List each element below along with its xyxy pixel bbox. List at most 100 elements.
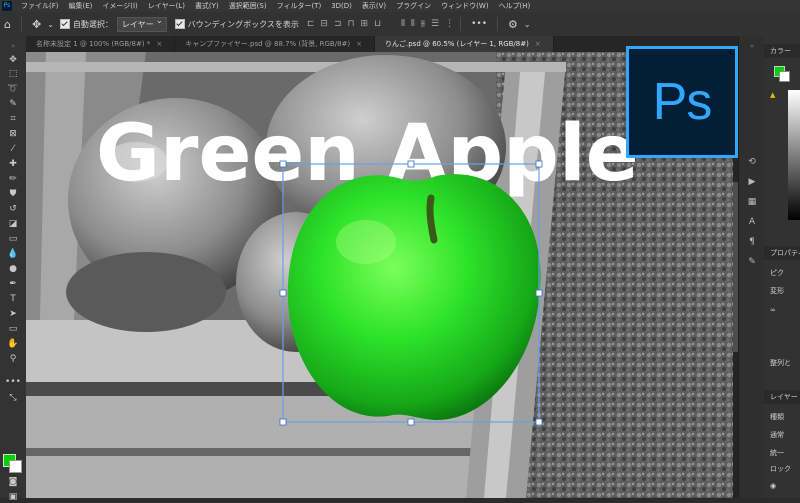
frame-tool-icon[interactable]: ⊠ <box>5 128 21 140</box>
hand-tool-icon[interactable]: ✋ <box>5 338 21 350</box>
lasso-tool-icon[interactable]: ➰ <box>5 83 21 95</box>
menu-plugins[interactable]: プラグイン <box>391 1 436 11</box>
actions-icon[interactable]: ▶ <box>746 176 758 188</box>
align-right-icon[interactable]: ⊐ <box>334 19 342 29</box>
gear-icon[interactable]: ⚙ <box>508 18 518 31</box>
character-icon[interactable]: A <box>746 216 758 228</box>
align-left-icon[interactable]: ⊏ <box>307 19 315 29</box>
menu-bar: Ps ファイル(F) 編集(E) イメージ(I) レイヤー(L) 書式(Y) 選… <box>0 0 800 12</box>
color-panel-header[interactable]: カラー <box>764 44 800 58</box>
blur-tool-icon[interactable]: 💧 <box>5 248 21 260</box>
brush-tool-icon[interactable]: ✏ <box>5 173 21 185</box>
clone-stamp-tool-icon[interactable]: ⛊ <box>5 188 21 200</box>
crop-tool-icon[interactable]: ⌗ <box>5 113 21 125</box>
transform-handle[interactable] <box>279 160 287 168</box>
transform-handle[interactable] <box>407 418 415 426</box>
history-brush-tool-icon[interactable]: ↺ <box>5 203 21 215</box>
quick-mask-icon[interactable]: ◙ <box>5 476 21 488</box>
rectangle-tool-icon[interactable]: ▭ <box>5 323 21 335</box>
chevron-down-icon[interactable]: ⌄ <box>47 20 54 29</box>
distribute-vertical-icon[interactable]: ☰ <box>431 19 439 29</box>
transform-handle[interactable] <box>535 418 543 426</box>
marquee-tool-icon[interactable]: ⬚ <box>5 68 21 80</box>
eyedropper-tool-icon[interactable]: ⁄ <box>5 143 21 155</box>
paragraph-icon[interactable]: ¶ <box>746 236 758 248</box>
layer-filter-kind[interactable]: 種類 <box>770 412 784 422</box>
menu-view[interactable]: 表示(V) <box>357 1 391 11</box>
menu-help[interactable]: ヘルプ(H) <box>494 1 536 11</box>
distribute-spacing-icon[interactable]: ⋮ <box>445 19 454 29</box>
distribute-left-icon[interactable]: ⫴ <box>401 19 405 29</box>
transform-handle[interactable] <box>279 418 287 426</box>
align-bottom-icon[interactable]: ⊔ <box>374 19 381 29</box>
link-icon[interactable]: ∞ <box>770 306 776 314</box>
menu-3d[interactable]: 3D(D) <box>326 2 357 10</box>
distribute-center-icon[interactable]: ⦀ <box>411 19 415 29</box>
path-select-tool-icon[interactable]: ➤ <box>5 308 21 320</box>
menu-filter[interactable]: フィルター(T) <box>272 1 327 11</box>
swatches-icon[interactable]: ▦ <box>746 196 758 208</box>
healing-brush-tool-icon[interactable]: ✚ <box>5 158 21 170</box>
document-tab-active[interactable]: りんご.psd @ 60.5% (レイヤー 1, RGB/8#) × <box>375 36 554 52</box>
transform-section-label[interactable]: 変形 <box>770 286 784 296</box>
layer-select-dropdown[interactable]: レイヤー <box>116 16 167 32</box>
tab-title: キャンプファイヤー.psd @ 88.7% (背景, RGB/8#) <box>185 40 351 48</box>
eye-icon[interactable]: ◉ <box>770 482 776 490</box>
move-tool-icon[interactable]: ✥ <box>5 54 21 66</box>
quick-select-tool-icon[interactable]: ✎ <box>5 98 21 110</box>
close-icon[interactable]: × <box>156 40 162 48</box>
menu-layer[interactable]: レイヤー(L) <box>143 1 190 11</box>
document-tab[interactable]: キャンプファイヤー.psd @ 88.7% (背景, RGB/8#) × <box>175 36 376 52</box>
edit-toolbar-icon[interactable]: ⤡ <box>5 392 21 404</box>
panel-icon-strip: « ⟲ ▶ ▦ A ¶ ✎ <box>738 36 766 498</box>
divider <box>20 17 22 31</box>
color-ramp[interactable] <box>788 90 800 220</box>
gradient-tool-icon[interactable]: ▭ <box>5 233 21 245</box>
transform-handle[interactable] <box>279 289 287 297</box>
blend-mode-select[interactable]: 通常 <box>770 430 784 440</box>
align-hcenter-icon[interactable]: ⊟ <box>320 19 328 29</box>
history-icon[interactable]: ⟲ <box>746 156 758 168</box>
align-section-label[interactable]: 整列と <box>770 358 791 368</box>
distribute-right-icon[interactable]: ⫵ <box>421 19 425 29</box>
screen-mode-icon[interactable]: ▣ <box>5 491 21 503</box>
menu-file[interactable]: ファイル(F) <box>16 1 64 11</box>
close-icon[interactable]: × <box>356 40 362 48</box>
home-icon[interactable]: ⌂ <box>4 18 11 31</box>
more-options-button[interactable]: ••• <box>471 19 487 29</box>
menu-image[interactable]: イメージ(I) <box>97 1 142 11</box>
properties-panel-header[interactable]: プロパティ <box>764 246 800 260</box>
layers-panel-header[interactable]: レイヤー <box>764 390 800 404</box>
chevron-down-icon[interactable]: ⌄ <box>524 20 531 29</box>
panel-collapse-icon[interactable]: » <box>5 40 21 52</box>
background-color-swatch[interactable] <box>779 71 790 82</box>
panel-collapse-icon[interactable]: « <box>746 40 758 52</box>
menu-window[interactable]: ウィンドウ(W) <box>436 1 493 11</box>
transform-handle[interactable] <box>535 289 543 297</box>
photoshop-logo: Ps <box>626 46 738 158</box>
transform-handle[interactable] <box>407 160 415 168</box>
green-apple[interactable] <box>287 174 541 421</box>
pen-tool-icon[interactable]: ✒ <box>5 278 21 290</box>
auto-select-checkbox[interactable] <box>59 19 70 29</box>
ps-app-icon[interactable]: Ps <box>2 1 12 11</box>
right-panels: カラー ▲ プロパティ ピク 変形 ∞ 整列と レイヤー 種類 通常 統一 ロッ… <box>764 36 800 498</box>
transform-handle[interactable] <box>535 160 543 168</box>
zoom-tool-icon[interactable]: ⚲ <box>5 353 21 365</box>
move-tool-icon[interactable]: ✥ <box>32 18 41 31</box>
type-tool-icon[interactable]: T <box>5 293 21 305</box>
align-top-icon[interactable]: ⊓ <box>348 19 355 29</box>
menu-type[interactable]: 書式(Y) <box>190 1 224 11</box>
menu-select[interactable]: 選択範囲(S) <box>224 1 272 11</box>
background-color-swatch[interactable] <box>9 460 22 473</box>
lock-label: ロック <box>770 465 791 473</box>
brush-settings-icon[interactable]: ✎ <box>746 256 758 268</box>
eraser-tool-icon[interactable]: ◪ <box>5 218 21 230</box>
close-icon[interactable]: × <box>535 40 541 48</box>
menu-edit[interactable]: 編集(E) <box>64 1 98 11</box>
dodge-tool-icon[interactable]: ● <box>5 263 21 275</box>
document-tab[interactable]: 名称未設定 1 @ 100% (RGB/8#) * × <box>26 36 176 52</box>
align-vcenter-icon[interactable]: ⊞ <box>361 19 369 29</box>
bounding-box-checkbox[interactable] <box>174 19 185 29</box>
more-tools-icon[interactable]: ••• <box>5 376 21 388</box>
